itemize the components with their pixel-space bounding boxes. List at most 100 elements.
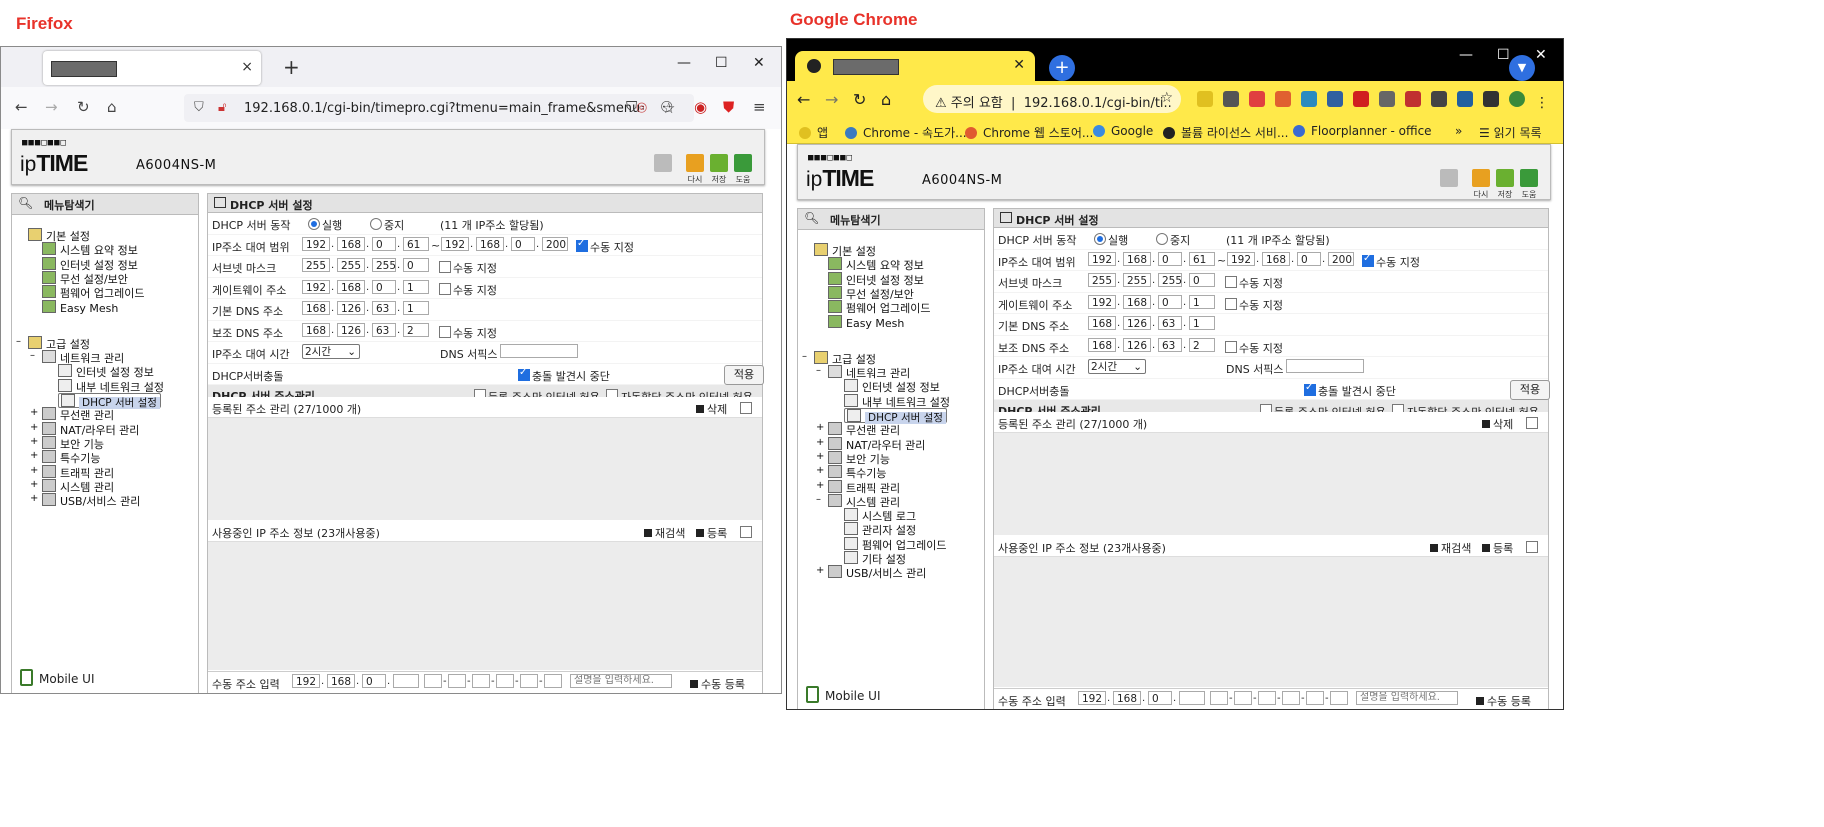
range-end-octet-1[interactable]: 192 bbox=[441, 236, 469, 251]
tab-close-icon[interactable]: ✕ bbox=[1013, 57, 1025, 73]
description-input[interactable] bbox=[1356, 691, 1458, 705]
ext-red-icon[interactable] bbox=[1249, 91, 1265, 107]
subnet-octet-2[interactable]: 255 bbox=[1123, 273, 1151, 287]
address-bar[interactable]: ⛉ 🔓︎ 192.168.0.1/cgi-bin/timepro.cgi?tme… bbox=[184, 94, 694, 122]
range-end-octet-2[interactable]: 168 bbox=[1262, 251, 1290, 266]
chrome-tab[interactable]: ✕ bbox=[795, 51, 1035, 83]
gateway-octet-2[interactable]: 168 bbox=[337, 279, 365, 294]
dns2-octet-2[interactable]: 126 bbox=[337, 322, 365, 337]
range-start-octet-1[interactable]: 192 bbox=[1088, 251, 1116, 266]
refresh-button[interactable] bbox=[686, 154, 704, 172]
delete-button[interactable]: 삭제 bbox=[696, 401, 727, 417]
bookmarks-more-icon[interactable]: » bbox=[1455, 124, 1462, 138]
bookmark-item[interactable]: 앱 bbox=[799, 124, 828, 141]
ext-screen-icon[interactable] bbox=[1457, 91, 1473, 107]
manual-ip-octet-4[interactable] bbox=[1179, 691, 1205, 705]
tree-item[interactable]: Easy Mesh bbox=[42, 299, 118, 315]
subnet-octet-1[interactable]: 255 bbox=[302, 258, 330, 272]
dns2-manual-checkbox[interactable] bbox=[439, 325, 451, 338]
addon-icon[interactable]: ◉ bbox=[694, 98, 707, 116]
tree-expander-icon[interactable]: + bbox=[30, 436, 38, 447]
tree-expander-icon[interactable]: + bbox=[816, 422, 824, 433]
ext-e-icon[interactable] bbox=[1431, 91, 1447, 107]
subnet-manual-checkbox[interactable] bbox=[439, 261, 451, 273]
ext-gray-icon[interactable] bbox=[1379, 91, 1395, 107]
dns2-octet-4[interactable]: 2 bbox=[403, 322, 429, 337]
select-all-registered-checkbox[interactable] bbox=[1526, 417, 1538, 429]
range-start-octet-3[interactable]: 0 bbox=[1158, 251, 1182, 266]
bookmark-item[interactable]: Chrome 웹 스토어... bbox=[965, 124, 1093, 141]
range-manual-checkbox[interactable] bbox=[576, 238, 588, 252]
gateway-octet-3[interactable]: 0 bbox=[1158, 294, 1182, 309]
mobile-ui-link[interactable]: Mobile UI bbox=[20, 669, 95, 686]
range-end-octet-1[interactable]: 192 bbox=[1227, 251, 1255, 266]
firefox-tab[interactable]: × bbox=[43, 51, 261, 85]
delete-button[interactable]: 삭제 bbox=[1482, 416, 1513, 432]
account-icon[interactable]: ⚇ bbox=[660, 98, 673, 116]
ext-block-icon[interactable] bbox=[1405, 91, 1421, 107]
save-button[interactable] bbox=[1496, 169, 1514, 187]
gateway-manual-checkbox[interactable] bbox=[1225, 297, 1237, 310]
dns1-octet-1[interactable]: 168 bbox=[1088, 316, 1116, 330]
dns-suffix-input[interactable] bbox=[500, 344, 578, 358]
bookmark-item[interactable]: 볼륨 라이선스 서비... bbox=[1163, 124, 1288, 141]
maximize-icon[interactable]: ☐ bbox=[1497, 47, 1510, 63]
tree-expander-icon[interactable]: – bbox=[16, 336, 21, 347]
dns1-octet-2[interactable]: 126 bbox=[337, 301, 365, 315]
menu-icon[interactable]: ≡ bbox=[753, 98, 766, 116]
range-start-octet-2[interactable]: 168 bbox=[1123, 251, 1151, 266]
ext-cat-icon[interactable] bbox=[1223, 91, 1239, 107]
apply-button[interactable]: 적용 bbox=[1510, 379, 1550, 400]
help-button[interactable] bbox=[1520, 169, 1538, 187]
ublock-icon[interactable] bbox=[1353, 91, 1369, 107]
minimize-icon[interactable]: — bbox=[677, 55, 691, 71]
tree-expander-icon[interactable]: + bbox=[30, 407, 38, 418]
bookmark-item[interactable]: Chrome - 속도가... bbox=[845, 124, 967, 141]
manual-ip-octet-1[interactable]: 192 bbox=[1078, 691, 1106, 705]
tree-expander-icon[interactable]: + bbox=[816, 437, 824, 448]
dns2-manual-checkbox[interactable] bbox=[1225, 340, 1237, 353]
mac-octet-input[interactable] bbox=[520, 674, 538, 688]
tab-close-icon[interactable]: × bbox=[241, 59, 253, 75]
dns2-octet-3[interactable]: 63 bbox=[1158, 337, 1182, 352]
range-end-octet-4[interactable]: 200 bbox=[1328, 251, 1354, 266]
help-button[interactable] bbox=[734, 154, 752, 172]
stop-radio[interactable] bbox=[370, 218, 382, 230]
register-button[interactable]: 등록 bbox=[1482, 540, 1513, 556]
research-button[interactable]: 재검색 bbox=[1430, 540, 1471, 556]
gateway-manual-checkbox[interactable] bbox=[439, 282, 451, 295]
kebab-menu-icon[interactable]: ⋮ bbox=[1535, 95, 1549, 111]
range-start-octet-1[interactable]: 192 bbox=[302, 236, 330, 251]
subnet-octet-1[interactable]: 255 bbox=[1088, 273, 1116, 287]
subnet-manual-checkbox[interactable] bbox=[1225, 276, 1237, 288]
manual-ip-octet-2[interactable]: 168 bbox=[1113, 691, 1141, 705]
lease-select[interactable]: 2시간 ⌄ bbox=[302, 344, 360, 359]
dns1-octet-3[interactable]: 63 bbox=[372, 301, 396, 315]
manual-register-button[interactable]: 수동 등록 bbox=[1476, 693, 1531, 709]
ublock-icon[interactable]: ⛊ bbox=[723, 98, 734, 116]
subnet-octet-2[interactable]: 255 bbox=[337, 258, 365, 272]
tree-expander-icon[interactable]: – bbox=[816, 365, 821, 376]
mac-octet-input[interactable] bbox=[472, 674, 490, 688]
range-end-octet-4[interactable]: 200 bbox=[542, 236, 568, 251]
mac-octet-input[interactable] bbox=[1210, 691, 1228, 705]
mac-octet-input[interactable] bbox=[1258, 691, 1276, 705]
mac-octet-input[interactable] bbox=[1282, 691, 1300, 705]
back-icon[interactable]: ← bbox=[797, 90, 810, 109]
manual-ip-octet-3[interactable]: 0 bbox=[1148, 691, 1172, 705]
tree-expander-icon[interactable]: – bbox=[816, 494, 821, 505]
mac-octet-input[interactable] bbox=[424, 674, 442, 688]
select-all-registered-checkbox[interactable] bbox=[740, 402, 752, 414]
dns1-octet-2[interactable]: 126 bbox=[1123, 316, 1151, 330]
url-text[interactable]: ⚠ 주의 요함 | 192.168.0.1/cgi-bin/ti... bbox=[935, 92, 1171, 111]
mac-octet-input[interactable] bbox=[544, 674, 562, 688]
minimize-icon[interactable]: — bbox=[1459, 47, 1473, 63]
reading-list-button[interactable]: ☰ 읽기 목록 bbox=[1479, 124, 1542, 141]
conflict-checkbox[interactable] bbox=[1304, 382, 1316, 396]
tree-expander-icon[interactable]: + bbox=[816, 465, 824, 476]
description-input[interactable] bbox=[570, 674, 672, 688]
gateway-octet-4[interactable]: 1 bbox=[1189, 294, 1215, 309]
gateway-octet-4[interactable]: 1 bbox=[403, 279, 429, 294]
new-tab-button[interactable]: + bbox=[1049, 55, 1075, 81]
subnet-octet-4[interactable]: 0 bbox=[1189, 273, 1215, 287]
